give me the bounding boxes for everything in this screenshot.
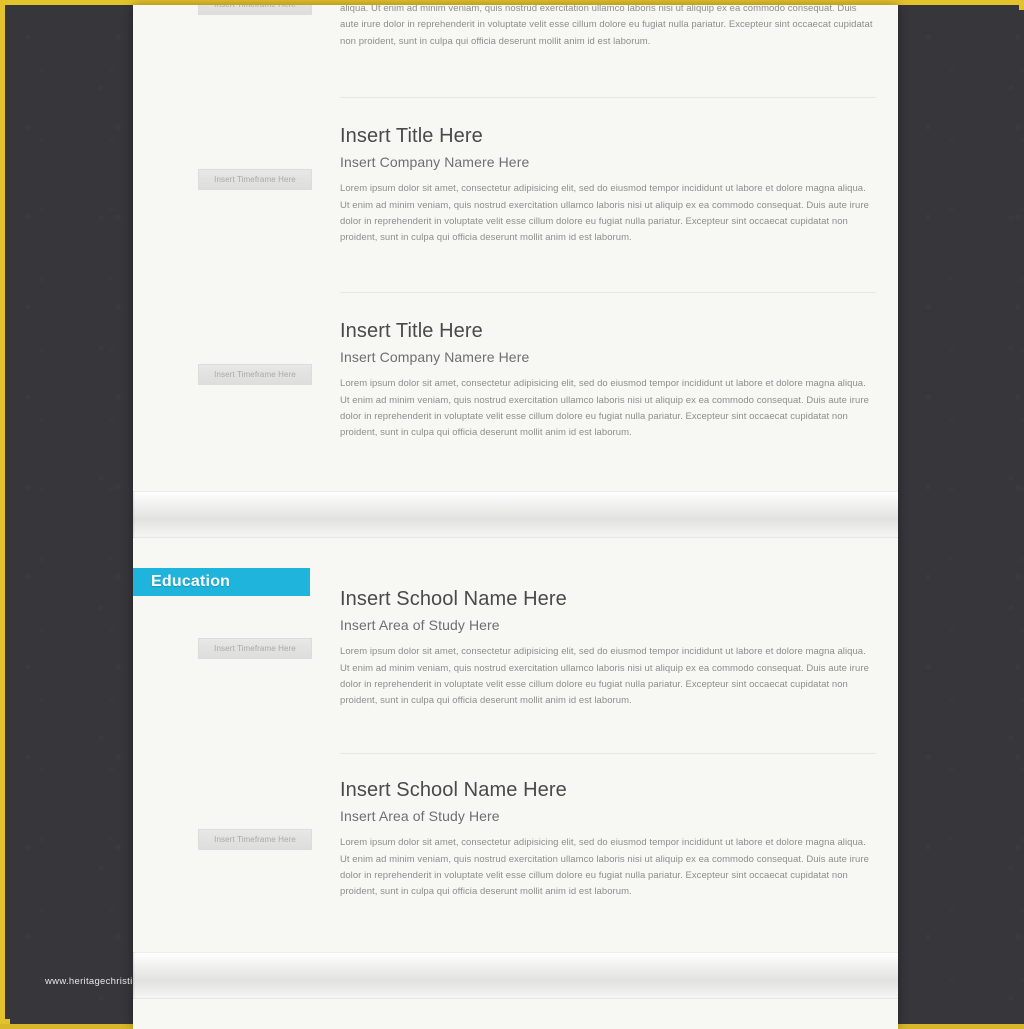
timeframe-field[interactable]: Insert Timeframe Here bbox=[198, 638, 312, 659]
entry-subtitle: Insert Area of Study Here bbox=[340, 617, 500, 633]
entry-title: Insert School Name Here bbox=[340, 779, 567, 801]
outer-frame: Insert Timeframe Here aliqua. Ut enim ad… bbox=[0, 0, 1024, 1029]
education-section: Education Insert Timeframe Here Insert S… bbox=[133, 538, 898, 952]
site-watermark: www.heritagechristi bbox=[45, 976, 133, 987]
entry-body-text: Lorem ipsum dolor sit amet, consectetur … bbox=[340, 183, 869, 244]
education-entry: Insert Timeframe Here Insert School Name… bbox=[133, 568, 898, 739]
entry-content: Insert Title Here Insert Company Namere … bbox=[340, 124, 898, 247]
entry-subtitle: Insert Company Namere Here bbox=[340, 154, 530, 170]
entry-body-text: Lorem ipsum dolor sit amet, consectetur … bbox=[340, 378, 869, 439]
entry-subtitle: Insert Area of Study Here bbox=[340, 808, 500, 824]
experience-section: Insert Timeframe Here aliqua. Ut enim ad… bbox=[133, 5, 898, 491]
entry-content: aliqua. Ut enim ad minim veniam, quis no… bbox=[340, 5, 898, 50]
entry-body-text: aliqua. Ut enim ad minim veniam, quis no… bbox=[340, 5, 873, 47]
entry-title: Insert Title Here bbox=[340, 125, 483, 147]
experience-entry: Insert Timeframe Here aliqua. Ut enim ad… bbox=[133, 5, 898, 83]
entry-body-text: Lorem ipsum dolor sit amet, consectetur … bbox=[340, 837, 869, 898]
section-separator-band bbox=[133, 491, 898, 538]
timeframe-field[interactable]: Insert Timeframe Here bbox=[198, 169, 312, 190]
education-entry: Insert Timeframe Here Insert School Name… bbox=[133, 754, 898, 930]
entry-title: Insert School Name Here bbox=[340, 588, 567, 610]
resume-page: Insert Timeframe Here aliqua. Ut enim ad… bbox=[133, 5, 898, 1029]
timeframe-field[interactable]: Insert Timeframe Here bbox=[198, 829, 312, 850]
entry-content: Insert School Name Here Insert Area of S… bbox=[340, 587, 898, 710]
entry-title: Insert Title Here bbox=[340, 320, 483, 342]
entry-content: Insert Title Here Insert Company Namere … bbox=[340, 319, 898, 442]
timeframe-field[interactable]: Insert Timeframe Here bbox=[198, 364, 312, 385]
skills-section: Skills Computer Skill 1 Skill 2 Skill 3 … bbox=[133, 999, 898, 1029]
entry-content: Insert School Name Here Insert Area of S… bbox=[340, 778, 898, 901]
entry-subtitle: Insert Company Namere Here bbox=[340, 349, 530, 365]
entry-body-text: Lorem ipsum dolor sit amet, consectetur … bbox=[340, 646, 869, 707]
section-separator-band bbox=[133, 952, 898, 999]
experience-entry: Insert Timeframe Here Insert Title Here … bbox=[133, 293, 898, 469]
experience-entry: Insert Timeframe Here Insert Title Here … bbox=[133, 98, 898, 274]
timeframe-field[interactable]: Insert Timeframe Here bbox=[198, 5, 312, 15]
